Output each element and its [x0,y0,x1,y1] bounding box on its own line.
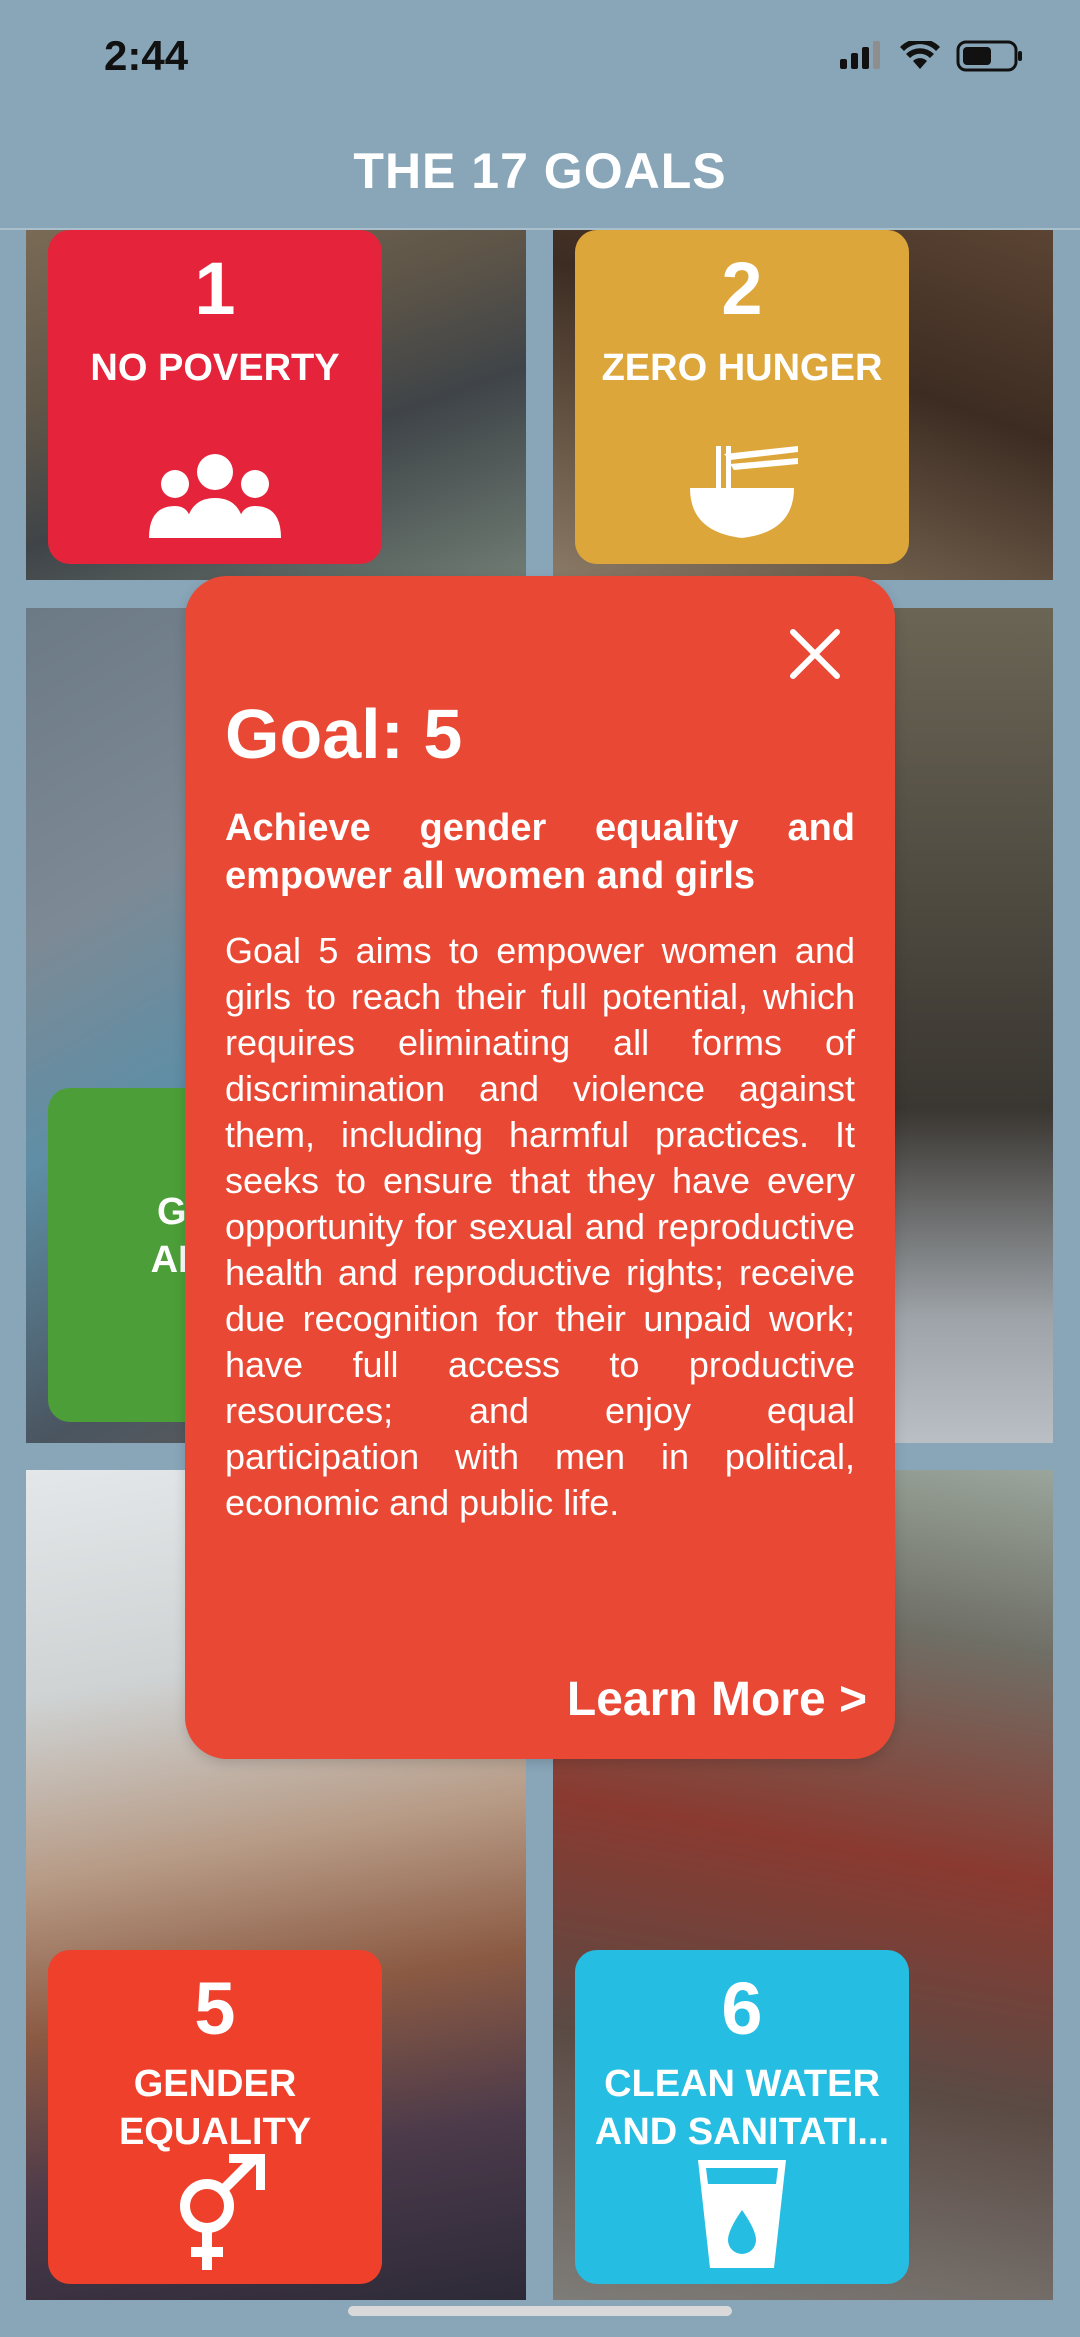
close-icon [790,629,840,679]
modal-goal-label: Goal: 5 [225,695,463,773]
goal-card-2[interactable]: 2 ZERO HUNGER [575,230,909,564]
goal-number: 1 [194,247,236,330]
goal-name-line-1: GENDER [133,2063,297,2105]
goal-number: 5 [194,1967,236,2050]
goal-card-1[interactable]: 1 NO POVERTY [48,230,382,564]
home-indicator [348,2306,732,2316]
modal-subtitle: Achieve gender equality and empower all … [225,807,855,897]
goal-name: NO POVERTY [90,347,340,389]
goal-tile-2[interactable]: 2 ZERO HUNGER [553,230,1053,580]
navigation-bar: THE 17 GOALS [0,120,1080,230]
battery-icon [956,40,1022,72]
status-icons [840,40,1024,72]
wifi-icon [900,41,940,69]
goal-detail-modal: Goal: 5 Achieve gender equality and empo… [185,576,895,1759]
status-time: 2:44 [104,32,189,79]
goal-name-line-1: CLEAN WATER [604,2063,880,2105]
goal-card-5[interactable]: 5 GENDER EQUALITY [48,1950,382,2284]
page-title: THE 17 GOALS [353,143,727,199]
gender-icon [48,2154,382,2274]
close-button[interactable] [785,624,845,684]
goal-name-line-2: AND SANITATI... [594,2111,890,2153]
goal-name: ZERO HUNGER [601,347,883,389]
water-glass-icon [575,2154,909,2274]
cellular-signal-icon [840,41,880,69]
status-bar: 2:44 [0,0,1080,120]
learn-more-link[interactable]: Learn More > [567,1672,867,1727]
goal-number: 2 [721,247,763,330]
goal-tile-1[interactable]: 1 NO POVERTY [26,230,526,580]
goal-card-6[interactable]: 6 CLEAN WATER AND SANITATI... [575,1950,909,2284]
goal-name-line-2: EQUALITY [118,2111,312,2153]
bowl-icon [575,442,909,542]
modal-description: Goal 5 aims to empower women and girls t… [225,930,855,1523]
people-icon [48,452,382,542]
goal-number: 6 [721,1967,763,2050]
